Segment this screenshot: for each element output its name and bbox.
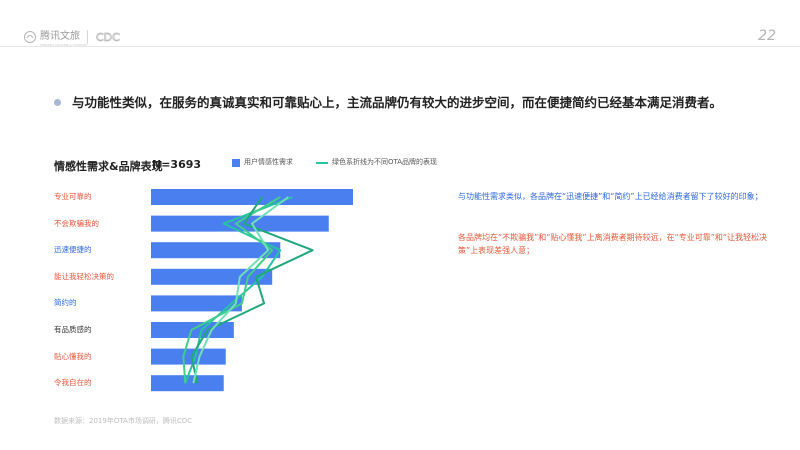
note-red: 各品牌均在“不欺骗我”和“贴心懂我”上离消费者期待较远，在“专业可靠”和“让我轻… xyxy=(458,233,768,255)
bar xyxy=(151,189,353,205)
source-note: 数据来源：2019年OTA市场调研，腾讯CDC xyxy=(54,417,193,425)
chart-plot xyxy=(151,189,353,392)
bar xyxy=(151,295,242,312)
note-blue: 与功能性需求类似，各品牌在“迅速便捷”和“简约”上已经给消费者留下了较好的印象； xyxy=(458,192,763,201)
bar xyxy=(151,348,226,365)
